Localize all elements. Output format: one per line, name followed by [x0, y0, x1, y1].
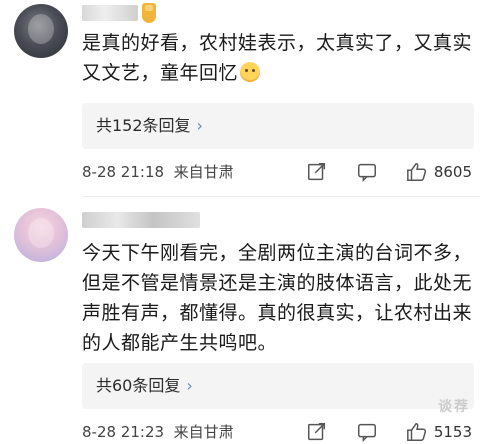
comment-text-body: 是真的好看，农村娃表示，太真实了，又真实又文艺，童年回忆 — [82, 32, 473, 84]
replies-label: 共152条回复 — [96, 116, 191, 135]
comment-actions: 8605 — [278, 160, 472, 184]
comment-text: 今天下午刚看完，全剧两位主演的台词不多，但是不管是情景还是主演的肢体语言，此处无… — [82, 238, 474, 358]
username-blurred[interactable] — [82, 5, 138, 21]
share-icon[interactable] — [306, 161, 328, 183]
comment-icon[interactable] — [356, 161, 378, 183]
comment-time: 8-28 21:23 — [82, 423, 165, 441]
divider — [82, 196, 480, 197]
comment-icon[interactable] — [356, 421, 378, 443]
avatar[interactable] — [14, 4, 68, 58]
badge-ribbon — [145, 5, 153, 11]
like-icon[interactable] — [406, 421, 428, 443]
comment-text: 是真的好看，农村娃表示，太真实了，又真实又文艺，童年回忆 — [82, 28, 474, 88]
comment-meta: 8-28 21:23 来自甘肃 — [82, 420, 234, 444]
like-count: 8605 — [433, 163, 472, 181]
comment-location: 来自甘肃 — [173, 423, 234, 441]
replies-label: 共60条回复 — [96, 376, 181, 395]
view-replies-button[interactable]: 共152条回复 › — [82, 103, 474, 149]
avatar[interactable] — [14, 208, 68, 262]
share-icon[interactable] — [306, 421, 328, 443]
like-icon[interactable] — [406, 161, 428, 183]
emoji-icon — [240, 62, 261, 82]
comment-actions: 5153 — [278, 420, 472, 444]
comment-location: 来自甘肃 — [173, 163, 234, 181]
comment-item: 是真的好看，农村娃表示，太真实了，又真实又文艺，童年回忆 共152条回复 › 8-… — [0, 0, 480, 197]
comment-text-body: 今天下午刚看完，全剧两位主演的台词不多，但是不管是情景还是主演的肢体语言，此处无… — [82, 242, 473, 354]
username-blurred[interactable] — [82, 212, 200, 228]
comment-time: 8-28 21:18 — [82, 163, 165, 181]
badge-icon — [142, 3, 156, 23]
comment-meta: 8-28 21:18 来自甘肃 — [82, 160, 234, 184]
comment-item: 今天下午刚看完，全剧两位主演的台词不多，但是不管是情景还是主演的肢体语言，此处无… — [0, 198, 480, 444]
avatar-face — [28, 218, 54, 248]
chevron-right-icon: › — [196, 116, 203, 135]
view-replies-button[interactable]: 共60条回复 › — [82, 363, 474, 409]
avatar-face — [28, 14, 54, 44]
watermark: 谈荐 — [438, 399, 470, 415]
chevron-right-icon: › — [186, 376, 193, 395]
like-count: 5153 — [433, 423, 472, 441]
